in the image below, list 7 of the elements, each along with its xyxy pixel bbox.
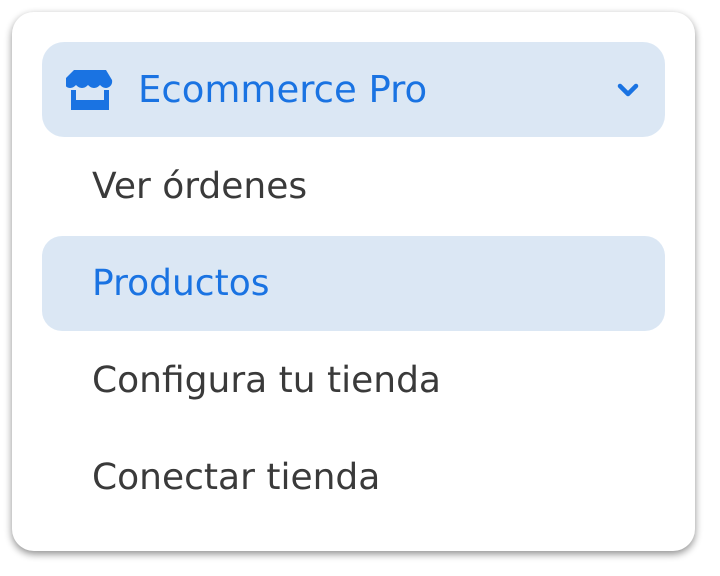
menu-item[interactable]: Configura tu tienda <box>42 333 665 428</box>
store-title: Ecommerce Pro <box>138 68 428 111</box>
store-icon <box>66 70 114 110</box>
menu-item[interactable]: Productos <box>42 236 665 331</box>
store-dropdown[interactable]: Ecommerce Pro <box>42 42 665 137</box>
menu-item[interactable]: Ver órdenes <box>42 139 665 234</box>
menu-item[interactable]: Conectar tienda <box>42 430 665 525</box>
